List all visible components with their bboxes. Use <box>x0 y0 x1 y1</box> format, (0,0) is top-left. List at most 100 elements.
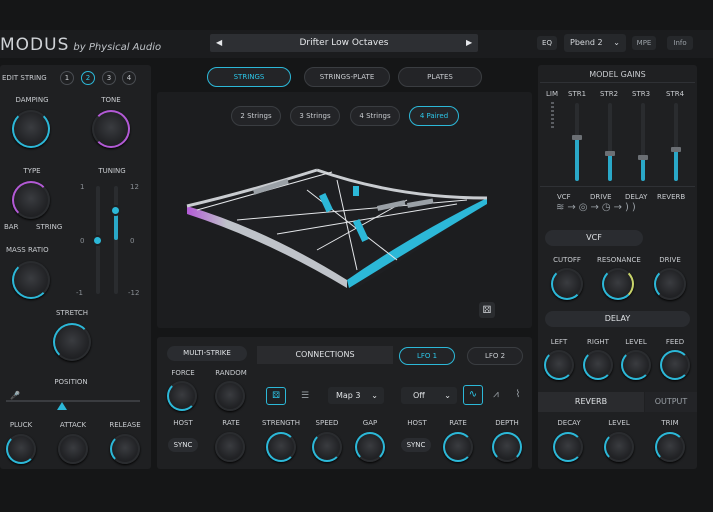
preset-prev-button[interactable]: ◀ <box>216 34 222 52</box>
drive-label: DRIVE <box>659 256 681 264</box>
damping-knob[interactable] <box>12 110 50 148</box>
preset-selector[interactable]: Drifter Low Octaves <box>210 34 478 52</box>
delay-level-knob[interactable] <box>621 350 651 380</box>
string-3-button[interactable]: 3 <box>102 71 116 85</box>
delay-left-label: LEFT <box>550 338 568 346</box>
sync-button[interactable]: SYNC <box>168 438 198 452</box>
tab-plates[interactable]: PLATES <box>398 67 482 87</box>
mode-4-paired[interactable]: 4 Paired <box>409 106 459 126</box>
gap-knob[interactable] <box>355 432 385 462</box>
position-label: POSITION <box>54 378 88 386</box>
mode-3-strings[interactable]: 3 Strings <box>290 106 340 126</box>
trim-label: TRIM <box>661 419 679 427</box>
type-knob[interactable] <box>12 181 50 219</box>
limiter-meter <box>551 102 554 128</box>
tuning-tick-right-top: 12 <box>130 183 139 191</box>
delay-feed-knob[interactable] <box>660 350 690 380</box>
tab-lfo2[interactable]: LFO 2 <box>467 347 523 365</box>
speed-knob[interactable] <box>312 432 342 462</box>
mpe-button[interactable]: MPE <box>632 36 656 50</box>
multi-strike-button[interactable]: MULTI-STRIKE <box>167 346 247 361</box>
str1-gain-slider[interactable] <box>572 135 582 140</box>
eq-button[interactable]: EQ <box>537 36 557 50</box>
mass-ratio-knob[interactable] <box>12 261 50 299</box>
info-button[interactable]: Info <box>667 36 693 50</box>
pluck-label: PLUCK <box>9 421 33 429</box>
string-1-button[interactable]: 1 <box>60 71 74 85</box>
decay-knob[interactable] <box>553 432 583 462</box>
dice-icon[interactable]: ⚄ <box>480 304 494 318</box>
connect-dice-icon[interactable]: ⚄ <box>266 387 286 405</box>
tab-strings-plate[interactable]: STRINGS-PLATE <box>304 67 390 87</box>
tone-knob[interactable] <box>92 110 130 148</box>
pluck-knob[interactable] <box>6 434 36 464</box>
output-tab[interactable]: OUTPUT <box>645 392 697 412</box>
position-track[interactable] <box>6 400 140 402</box>
trim-knob[interactable] <box>655 432 685 462</box>
delay-left-knob[interactable] <box>544 350 574 380</box>
drive-knob[interactable] <box>654 268 686 300</box>
force-knob[interactable] <box>167 381 197 411</box>
model-3d-view <box>186 168 495 318</box>
saw-wave-icon[interactable]: ⩘ <box>486 385 506 405</box>
random-knob[interactable] <box>215 381 245 411</box>
release-knob[interactable] <box>110 434 140 464</box>
str4-gain-slider[interactable] <box>671 147 681 152</box>
str3-gain-slider[interactable] <box>638 155 648 160</box>
vcf-section-button[interactable]: VCF <box>545 230 643 246</box>
force-label: FORCE <box>171 369 195 377</box>
chevron-down-icon: ⌄ <box>613 38 620 47</box>
signal-chain-icons: ≋→◎→◷→)) <box>556 202 639 213</box>
vcf-icon: ≋ <box>556 202 568 213</box>
rate-knob[interactable] <box>215 432 245 462</box>
resonance-knob[interactable] <box>602 268 634 300</box>
lfo-sync-button[interactable]: SYNC <box>401 438 431 452</box>
preset-next-button[interactable]: ▶ <box>466 34 472 52</box>
reverb-level-knob[interactable] <box>604 432 634 462</box>
strength-label: STRENGTH <box>262 419 300 427</box>
mode-4-strings[interactable]: 4 Strings <box>350 106 400 126</box>
reverb-tab[interactable]: REVERB <box>538 392 644 412</box>
str4-label: STR4 <box>666 90 685 98</box>
gap-label: GAP <box>362 419 378 427</box>
map-dropdown[interactable]: Map 3 ⌄ <box>328 387 384 404</box>
tab-strings[interactable]: STRINGS <box>207 67 291 87</box>
reverb-level-label: LEVEL <box>608 419 630 427</box>
lfo-rate-knob[interactable] <box>443 432 473 462</box>
cutoff-knob[interactable] <box>551 268 583 300</box>
logo-by: by Physical Audio <box>73 42 162 53</box>
tuning-octave-slider[interactable] <box>92 235 103 246</box>
divider <box>540 186 695 187</box>
position-slider-handle[interactable] <box>57 402 67 410</box>
strength-knob[interactable] <box>266 432 296 462</box>
sine-wave-icon[interactable]: ∿ <box>463 385 483 405</box>
connections-header[interactable]: CONNECTIONS <box>257 346 393 364</box>
speed-label: SPEED <box>315 419 339 427</box>
tuning-tick-left-top: 1 <box>80 183 85 191</box>
str2-gain-slider[interactable] <box>605 151 615 156</box>
delay-right-knob[interactable] <box>583 350 613 380</box>
string-4-button[interactable]: 4 <box>122 71 136 85</box>
stretch-knob[interactable] <box>53 323 91 361</box>
tab-lfo1[interactable]: LFO 1 <box>399 347 455 365</box>
lfo-target-dropdown[interactable]: Off ⌄ <box>401 387 457 404</box>
stretch-label: STRETCH <box>55 309 89 317</box>
str3-gain-fill <box>641 158 645 181</box>
lfo-rate-label: RATE <box>449 419 467 427</box>
tuning-label: TUNING <box>98 167 126 175</box>
chain-drive-label: DRIVE <box>590 193 612 201</box>
delay-section-button[interactable]: DELAY <box>545 311 690 327</box>
database-icon[interactable]: ☰ <box>296 387 314 405</box>
depth-knob[interactable] <box>492 432 522 462</box>
reverb-icon: )) <box>625 202 639 213</box>
pbend-dropdown[interactable]: Pbend 2 ⌄ <box>564 34 626 52</box>
random-wave-icon[interactable]: ⌇ <box>508 385 528 405</box>
decay-label: DECAY <box>557 419 581 427</box>
mode-2-strings[interactable]: 2 Strings <box>231 106 281 126</box>
tuning-semitone-track <box>114 186 118 294</box>
tuning-semitone-slider[interactable] <box>110 205 121 216</box>
string-2-button[interactable]: 2 <box>81 71 95 85</box>
attack-knob[interactable] <box>58 434 88 464</box>
drive-icon: ◎ <box>578 202 591 213</box>
str1-label: STR1 <box>568 90 587 98</box>
